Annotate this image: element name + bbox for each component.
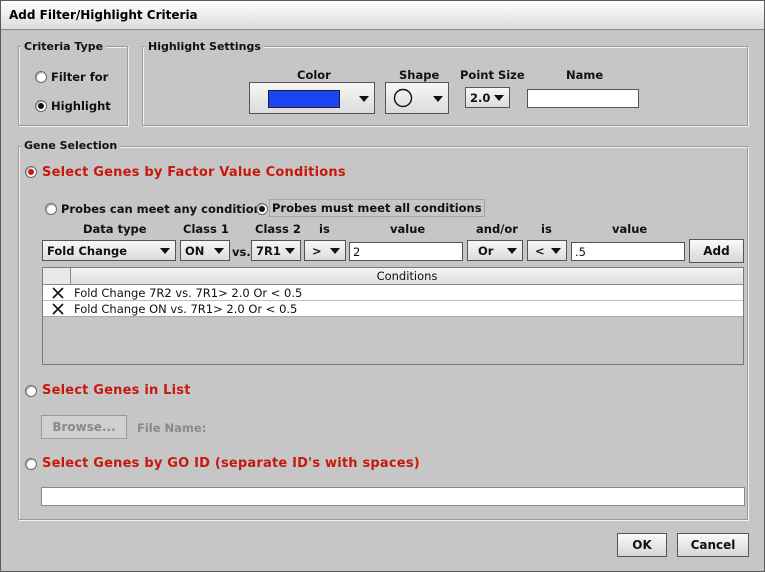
factor-conditions-label[interactable]: Select Genes by Factor Value Conditions bbox=[42, 165, 346, 180]
andor-header: and/or bbox=[476, 222, 518, 236]
criteria-type-group bbox=[18, 46, 128, 126]
gene-selection-legend: Gene Selection bbox=[21, 139, 121, 152]
probes-any-radio[interactable] bbox=[45, 203, 57, 215]
file-name-label: File Name: bbox=[137, 421, 207, 435]
chevron-down-icon bbox=[494, 95, 504, 101]
browse-button[interactable]: Browse... bbox=[41, 415, 127, 439]
table-row[interactable]: Fold Change ON vs. 7R1> 2.0 Or < 0.5 bbox=[43, 301, 743, 317]
dialog-window: Add Filter/Highlight Criteria Criteria T… bbox=[0, 0, 765, 572]
shape-dropdown[interactable] bbox=[385, 82, 449, 114]
probes-all-radio[interactable] bbox=[256, 203, 268, 215]
class1-header: Class 1 bbox=[183, 222, 229, 236]
color-dropdown[interactable] bbox=[249, 82, 375, 114]
circle-shape-icon bbox=[393, 88, 413, 108]
highlight-settings-legend: Highlight Settings bbox=[145, 40, 264, 53]
condition-text: Fold Change 7R2 vs. 7R1> 2.0 Or < 0.5 bbox=[74, 286, 303, 300]
probes-all-label[interactable]: Probes must meet all conditions bbox=[269, 199, 485, 217]
chevron-down-icon bbox=[551, 248, 561, 254]
ok-button[interactable]: OK bbox=[617, 533, 667, 557]
value2-input[interactable]: .5 bbox=[571, 242, 685, 261]
genes-in-list-radio[interactable] bbox=[25, 385, 37, 397]
chevron-down-icon bbox=[433, 96, 443, 102]
color-swatch bbox=[268, 90, 340, 108]
point-size-value: 2.0 bbox=[470, 91, 491, 105]
data-type-dropdown[interactable]: Fold Change bbox=[42, 240, 176, 261]
andor-dropdown[interactable]: Or bbox=[467, 240, 523, 261]
color-label: Color bbox=[297, 68, 331, 82]
class1-dropdown[interactable]: ON bbox=[180, 240, 230, 261]
add-condition-button[interactable]: Add bbox=[689, 239, 744, 263]
remove-x-icon[interactable] bbox=[51, 302, 65, 316]
value-header: value bbox=[390, 222, 426, 236]
table-row[interactable]: Fold Change 7R2 vs. 7R1> 2.0 Or < 0.5 bbox=[43, 285, 743, 301]
factor-conditions-radio[interactable] bbox=[25, 166, 37, 178]
operator2-dropdown[interactable]: < bbox=[527, 240, 567, 261]
chevron-down-icon bbox=[160, 248, 170, 254]
conditions-column-header[interactable]: Conditions bbox=[71, 268, 743, 285]
chevron-down-icon bbox=[507, 248, 517, 254]
highlight-radio[interactable] bbox=[35, 100, 47, 112]
chevron-down-icon bbox=[214, 248, 224, 254]
is2-header: is bbox=[541, 222, 552, 236]
chevron-down-icon bbox=[285, 248, 295, 254]
conditions-table-corner bbox=[43, 268, 71, 285]
conditions-header-label: Conditions bbox=[376, 269, 438, 283]
go-id-input[interactable] bbox=[41, 487, 745, 506]
class2-dropdown[interactable]: 7R1 bbox=[251, 240, 301, 261]
highlight-label[interactable]: Highlight bbox=[51, 99, 111, 113]
filter-for-radio[interactable] bbox=[35, 71, 47, 83]
value1-input[interactable]: 2 bbox=[349, 242, 463, 261]
title-bar[interactable]: Add Filter/Highlight Criteria bbox=[1, 1, 764, 30]
remove-x-icon[interactable] bbox=[51, 286, 65, 300]
point-size-dropdown[interactable]: 2.0 bbox=[465, 87, 510, 108]
go-id-radio[interactable] bbox=[25, 458, 37, 470]
genes-in-list-label[interactable]: Select Genes in List bbox=[42, 383, 191, 398]
is-header: is bbox=[319, 222, 330, 236]
vs-label: vs. bbox=[232, 245, 251, 259]
window-title: Add Filter/Highlight Criteria bbox=[9, 8, 198, 22]
chevron-down-icon bbox=[330, 248, 340, 254]
conditions-table: Conditions Fold Change 7R2 vs. 7R1> 2.0 … bbox=[42, 267, 744, 365]
name-input[interactable] bbox=[527, 89, 639, 108]
shape-label: Shape bbox=[399, 68, 440, 82]
operator1-dropdown[interactable]: > bbox=[304, 240, 346, 261]
condition-text: Fold Change ON vs. 7R1> 2.0 Or < 0.5 bbox=[74, 302, 298, 316]
go-id-label[interactable]: Select Genes by GO ID (separate ID's wit… bbox=[42, 456, 420, 471]
criteria-type-legend: Criteria Type bbox=[21, 40, 107, 53]
cancel-button[interactable]: Cancel bbox=[677, 533, 749, 557]
name-label: Name bbox=[566, 68, 604, 82]
filter-for-label[interactable]: Filter for bbox=[51, 70, 108, 84]
probes-any-label[interactable]: Probes can meet any condition bbox=[61, 202, 262, 216]
value2-header: value bbox=[612, 222, 648, 236]
data-type-header: Data type bbox=[83, 222, 147, 236]
point-size-label: Point Size bbox=[460, 68, 525, 82]
chevron-down-icon bbox=[359, 96, 369, 102]
class2-header: Class 2 bbox=[255, 222, 301, 236]
